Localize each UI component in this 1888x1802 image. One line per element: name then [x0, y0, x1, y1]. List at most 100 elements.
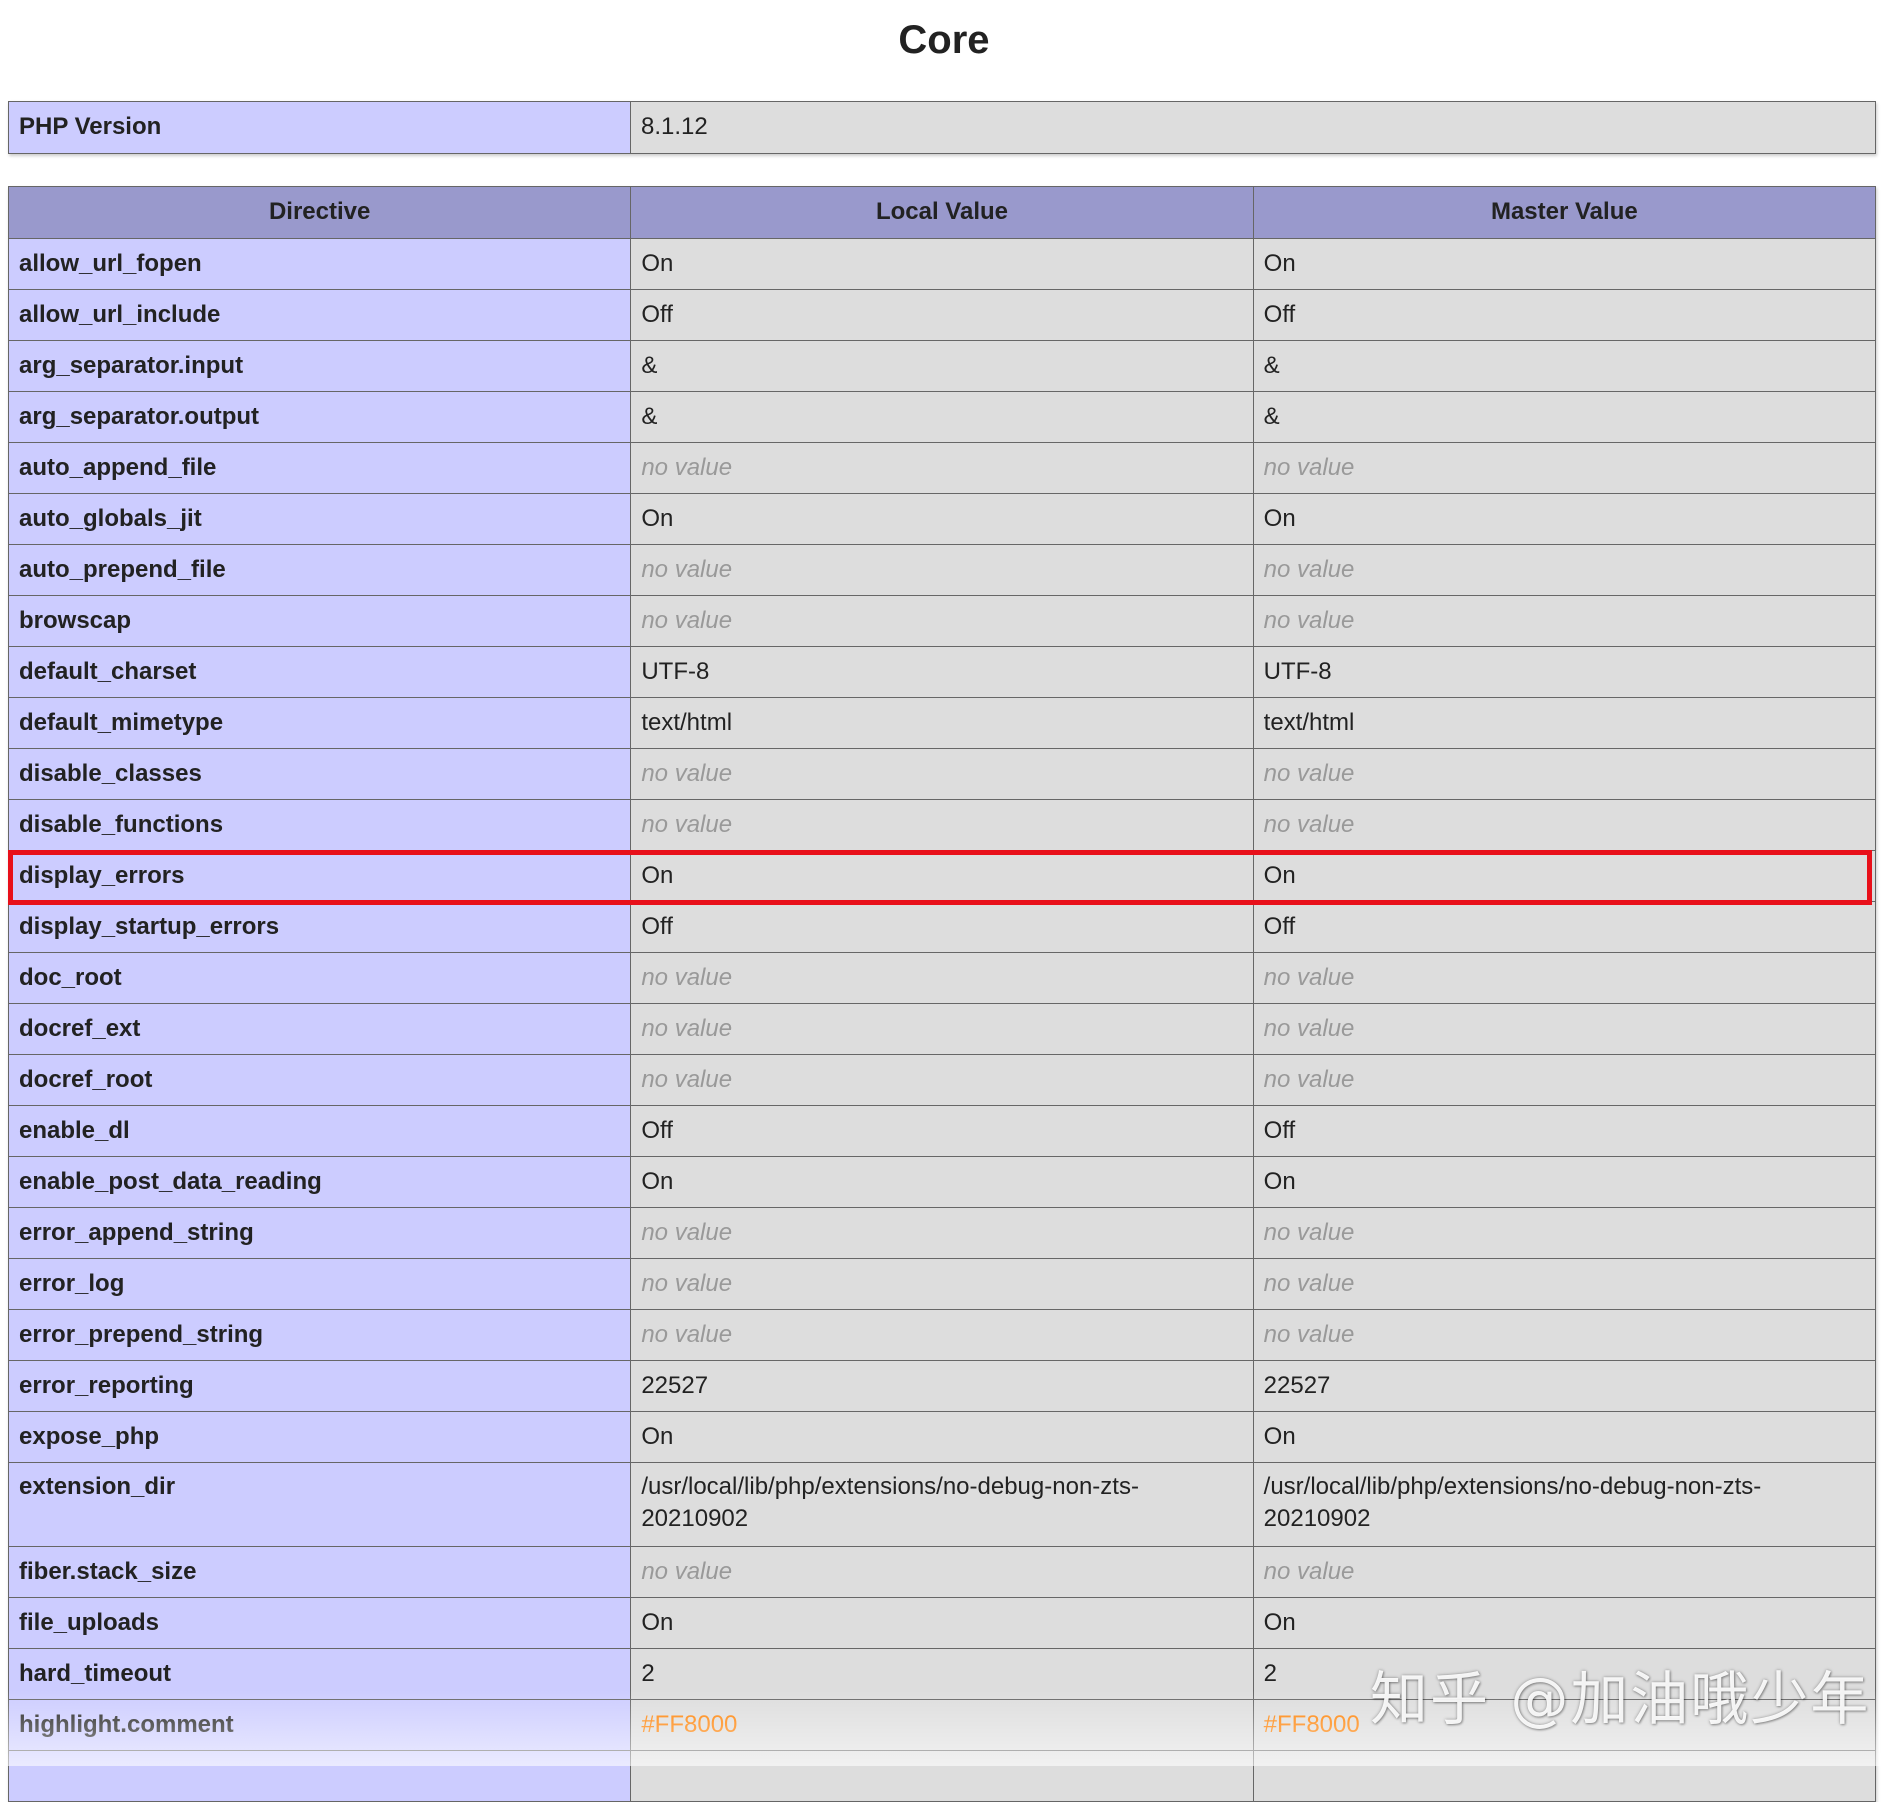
master-no-value: no value: [1263, 964, 1355, 991]
directive-name: browscap: [7, 595, 632, 647]
php-version-table: PHP Version 8.1.12: [8, 101, 1876, 154]
master-value: text/html: [1252, 697, 1877, 749]
master-no-value: no value: [1263, 1558, 1355, 1585]
directive-name: allow_url_fopen: [7, 238, 632, 290]
table-row: [7, 1750, 1877, 1802]
page-title: Core: [898, 18, 990, 62]
directive-name: fiber.stack_size: [7, 1546, 632, 1598]
watermark: 知乎 @加油哦少年: [1370, 1665, 1871, 1733]
directive-name: docref_root: [7, 1054, 632, 1106]
local-value: On: [630, 238, 1254, 290]
local-no-value: no value: [641, 1015, 733, 1042]
local-value: Off: [630, 1105, 1254, 1157]
directive-name: file_uploads: [7, 1597, 632, 1649]
directive-name: disable_functions: [7, 799, 632, 851]
directive-name: error_reporting: [7, 1360, 632, 1412]
directive-name: error_append_string: [7, 1207, 632, 1259]
local-no-value: no value: [641, 1219, 733, 1246]
local-value: no value: [630, 1309, 1254, 1361]
local-value: no value: [630, 442, 1254, 494]
table-row: browscap no value no value: [7, 595, 1877, 647]
local-no-value: no value: [641, 760, 733, 787]
master-value: On: [1252, 1597, 1877, 1649]
column-header-directive: Directive: [7, 186, 632, 239]
php-version-value: 8.1.12: [630, 101, 1876, 154]
master-value: /usr/local/lib/php/extensions/no-debug-n…: [1252, 1462, 1877, 1547]
master-value: no value: [1252, 1207, 1877, 1259]
local-value: no value: [630, 952, 1254, 1004]
table-row: error_reporting 22527 22527: [7, 1360, 1877, 1412]
table-row: error_log no value no value: [7, 1258, 1877, 1310]
local-no-value: no value: [641, 1066, 733, 1093]
local-no-value: no value: [641, 607, 733, 634]
table-row: fiber.stack_size no value no value: [7, 1546, 1877, 1598]
table-row: default_mimetype text/html text/html: [7, 697, 1877, 749]
local-no-value: no value: [641, 1321, 733, 1348]
master-no-value: no value: [1263, 1270, 1355, 1297]
directive-name: enable_post_data_reading: [7, 1156, 632, 1208]
master-value: no value: [1252, 442, 1877, 494]
table-row: expose_php On On: [7, 1411, 1877, 1463]
master-value: Off: [1252, 289, 1877, 341]
local-value: 22527: [630, 1360, 1254, 1412]
table-row: display_errors On On: [7, 850, 1877, 902]
local-no-value: no value: [641, 1558, 733, 1585]
master-value: no value: [1252, 1258, 1877, 1310]
master-value: no value: [1252, 1546, 1877, 1598]
local-value: no value: [630, 1258, 1254, 1310]
master-value: On: [1252, 1411, 1877, 1463]
master-no-value: no value: [1263, 607, 1355, 634]
directive-name: [7, 1750, 632, 1802]
local-color-value: #FF8000: [641, 1711, 738, 1738]
local-value: On: [630, 493, 1254, 545]
master-value: no value: [1252, 748, 1877, 800]
directive-name: doc_root: [7, 952, 632, 1004]
table-row: default_charset UTF-8 UTF-8: [7, 646, 1877, 698]
master-no-value: no value: [1263, 454, 1355, 481]
master-no-value: no value: [1263, 556, 1355, 583]
master-value: no value: [1252, 1309, 1877, 1361]
master-value: no value: [1252, 799, 1877, 851]
table-row: allow_url_fopen On On: [7, 238, 1877, 290]
master-value: 22527: [1252, 1360, 1877, 1412]
master-no-value: no value: [1263, 1321, 1355, 1348]
column-header-master-value: Master Value: [1252, 186, 1877, 239]
local-value: /usr/local/lib/php/extensions/no-debug-n…: [630, 1462, 1254, 1547]
table-row: allow_url_include Off Off: [7, 289, 1877, 341]
master-value: On: [1252, 238, 1877, 290]
local-value: 2: [630, 1648, 1254, 1700]
master-no-value: no value: [1263, 811, 1355, 838]
table-row: enable_dl Off Off: [7, 1105, 1877, 1157]
directive-name: default_charset: [7, 646, 632, 698]
local-value: no value: [630, 1546, 1254, 1598]
local-value: no value: [630, 1003, 1254, 1055]
table-row: enable_post_data_reading On On: [7, 1156, 1877, 1208]
table-row: error_append_string no value no value: [7, 1207, 1877, 1259]
directive-name: display_startup_errors: [7, 901, 632, 953]
table-row: doc_root no value no value: [7, 952, 1877, 1004]
php-version-row: PHP Version 8.1.12: [8, 101, 1876, 154]
table-row: auto_globals_jit On On: [7, 493, 1877, 545]
directive-name: display_errors: [7, 850, 632, 902]
local-value: UTF-8: [630, 646, 1254, 698]
local-value: On: [630, 1156, 1254, 1208]
directive-name: auto_append_file: [7, 442, 632, 494]
local-value: #FF8000: [630, 1699, 1254, 1751]
table-row: auto_append_file no value no value: [7, 442, 1877, 494]
local-value: Off: [630, 289, 1254, 341]
column-header-local-value: Local Value: [630, 186, 1254, 239]
directive-name: hard_timeout: [7, 1648, 632, 1700]
local-value: &: [630, 391, 1254, 443]
directive-name: highlight.comment: [7, 1699, 632, 1751]
directive-name: arg_separator.output: [7, 391, 632, 443]
master-value: &: [1252, 340, 1877, 392]
local-value: &: [630, 340, 1254, 392]
table-row: extension_dir/usr/local/lib/php/extensio…: [7, 1462, 1877, 1547]
master-no-value: no value: [1263, 1219, 1355, 1246]
local-value: On: [630, 1411, 1254, 1463]
local-value: Off: [630, 901, 1254, 953]
master-value: On: [1252, 1156, 1877, 1208]
master-no-value: no value: [1263, 760, 1355, 787]
directive-name: disable_classes: [7, 748, 632, 800]
master-value: no value: [1252, 952, 1877, 1004]
